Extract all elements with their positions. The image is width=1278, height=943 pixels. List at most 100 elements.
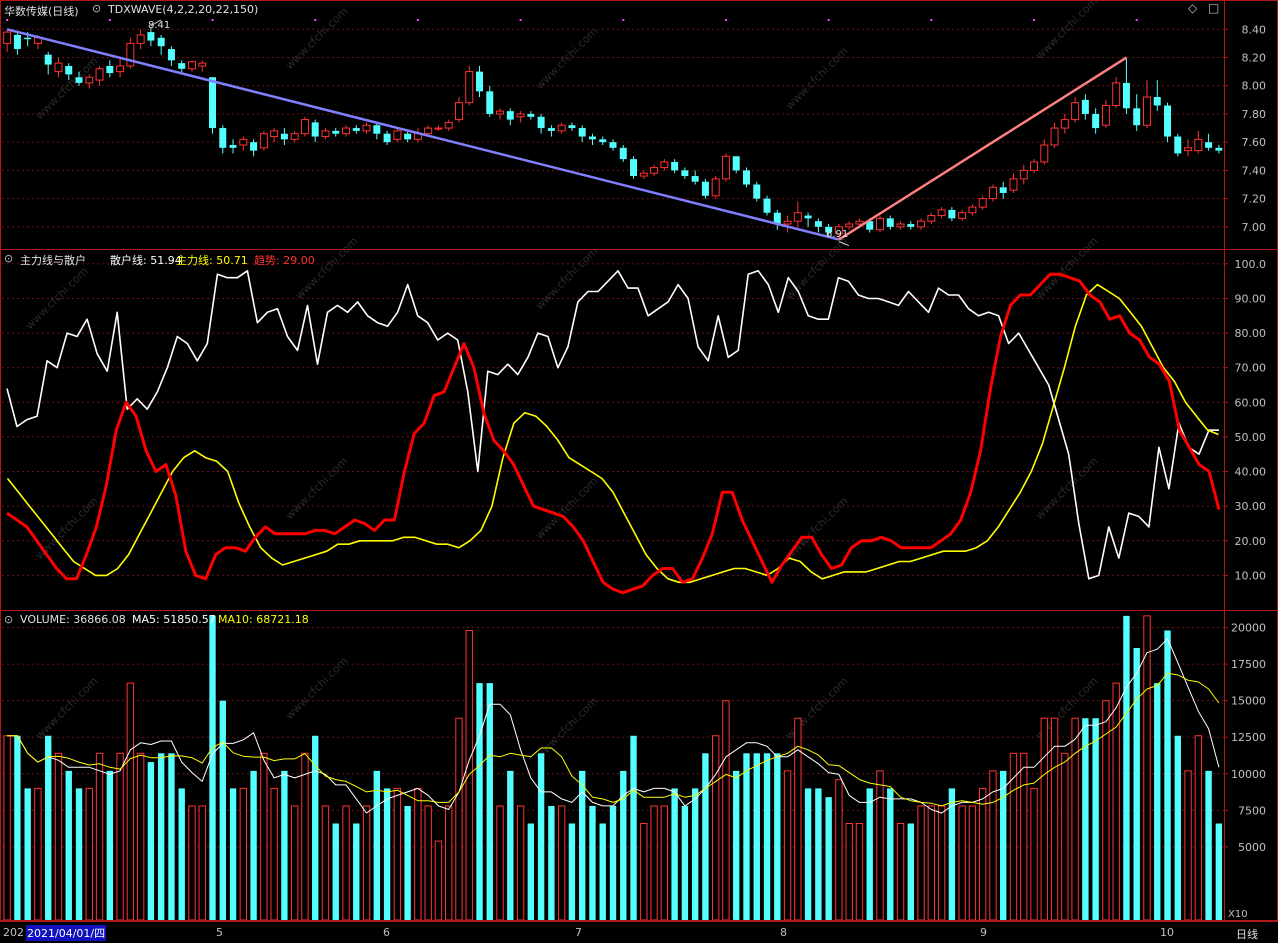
event-marker	[314, 19, 317, 21]
candle-body	[116, 65, 125, 73]
candle-body	[701, 181, 709, 196]
volume-bar	[383, 788, 391, 920]
stock-title[interactable]: 华数传媒(日线)	[4, 3, 79, 19]
candle-body	[1081, 99, 1089, 114]
selected-date-label: 2021/04/01/四	[26, 925, 107, 941]
indicator-menu-icon[interactable]: ⊙	[4, 252, 13, 265]
price-tick-label: 7.60	[1242, 136, 1267, 149]
indicator-tick-label: 50.00	[1235, 431, 1267, 444]
indicator-panel-name[interactable]: 主力线与散户	[20, 252, 86, 268]
volume-tick-label: 17500	[1231, 658, 1266, 671]
indicator-tick-label: 10.00	[1235, 569, 1267, 582]
volume-bar	[958, 805, 966, 921]
volume-bar	[978, 787, 987, 921]
x-axis-month-8: 8	[780, 926, 787, 939]
candle-body	[65, 65, 73, 75]
candle-body	[537, 116, 545, 129]
price-tick-label: 8.20	[1242, 52, 1267, 65]
volume-bar	[907, 823, 914, 920]
candle-body	[917, 220, 926, 228]
candle-body	[106, 65, 114, 74]
volume-tick-label: 10000	[1231, 768, 1266, 781]
volume-bar	[527, 823, 535, 920]
volume-bar	[855, 822, 864, 921]
watermark-text: www.cfchi.com	[783, 235, 851, 303]
candle-body	[681, 170, 689, 177]
main-indicator-label[interactable]: TDXWAVE(4,2,2,20,22,150)	[108, 3, 258, 16]
candle-body	[24, 37, 32, 40]
volume-bar	[1040, 717, 1048, 921]
candle-body	[13, 34, 21, 50]
volume-bar	[917, 805, 925, 921]
volume-bar	[763, 753, 771, 920]
price-tick-label: 7.20	[1242, 193, 1267, 206]
volume-bar	[1020, 752, 1028, 921]
volume-bar	[825, 797, 832, 920]
candle-body	[588, 136, 596, 140]
volume-bar	[794, 717, 802, 921]
volume-bar	[95, 752, 104, 921]
candle-body	[1050, 127, 1059, 146]
event-marker	[1135, 19, 1138, 21]
maximize-icon[interactable]: □	[1208, 1, 1219, 15]
candle-body	[1030, 161, 1039, 171]
volume-bar	[1061, 752, 1069, 921]
volume-bar	[290, 805, 299, 921]
candle-body	[691, 176, 699, 182]
x-axis-month-7: 7	[575, 926, 582, 939]
volume-bar	[250, 770, 257, 920]
candle-body	[454, 102, 463, 121]
candle-body	[1194, 138, 1203, 152]
volume-tick-label: 5000	[1238, 841, 1266, 854]
candle-body	[362, 124, 371, 132]
scatter-line	[6, 269, 1220, 580]
candle-body	[1174, 136, 1182, 154]
candle-body	[721, 155, 730, 180]
volume-bar	[1000, 770, 1007, 920]
candle-body	[198, 62, 207, 67]
volume-bar	[722, 700, 730, 921]
candle-body	[342, 127, 350, 135]
candle-body	[886, 218, 894, 227]
candle-body	[968, 206, 977, 214]
indicator-menu-icon[interactable]: ⊙	[4, 613, 13, 626]
volume-tick-label: 20000	[1231, 622, 1266, 635]
event-marker	[622, 19, 625, 21]
candle-body	[1019, 169, 1028, 180]
volume-bar	[147, 762, 155, 920]
diamond-icon[interactable]: ◇	[1188, 1, 1197, 15]
volume-bar	[712, 735, 720, 921]
volume-bar	[362, 805, 371, 921]
candle-body	[547, 128, 555, 131]
wave-up-line	[838, 56, 1128, 241]
period-label[interactable]: 日线	[1236, 926, 1258, 942]
candle-body	[1133, 108, 1141, 126]
volume-bar	[835, 779, 843, 921]
volume-bar	[45, 735, 52, 920]
candle-body	[352, 128, 360, 131]
price-tick-label: 7.80	[1242, 108, 1267, 121]
volume-bar	[927, 805, 936, 921]
volume-bar	[116, 752, 124, 921]
indicator-tick-label: 60.00	[1235, 396, 1267, 409]
candle-body	[1060, 119, 1069, 129]
event-marker	[416, 19, 419, 21]
volume-bar	[896, 822, 905, 921]
watermark-text: www.cfchi.com	[533, 245, 601, 313]
volume-bar	[681, 805, 689, 920]
indicator-tick-label: 70.00	[1235, 362, 1267, 375]
candle-body	[506, 111, 514, 120]
volume-bar	[434, 840, 443, 921]
indicator-menu-icon[interactable]: ⊙	[92, 2, 101, 15]
candle-body	[896, 223, 905, 228]
volume-bar	[301, 752, 309, 921]
candle-body	[465, 71, 474, 104]
watermark-text: www.cfchi.com	[283, 455, 351, 523]
x-axis-month-6: 6	[383, 926, 390, 939]
volume-bar	[1184, 770, 1192, 921]
candle-body	[958, 212, 967, 219]
candle-body	[1215, 147, 1223, 151]
chart-canvas[interactable]: www.cfchi.com www.cfchi.com www.cfchi.com w…	[0, 0, 1278, 943]
volume-bar	[866, 788, 873, 920]
candle-body	[75, 77, 83, 83]
